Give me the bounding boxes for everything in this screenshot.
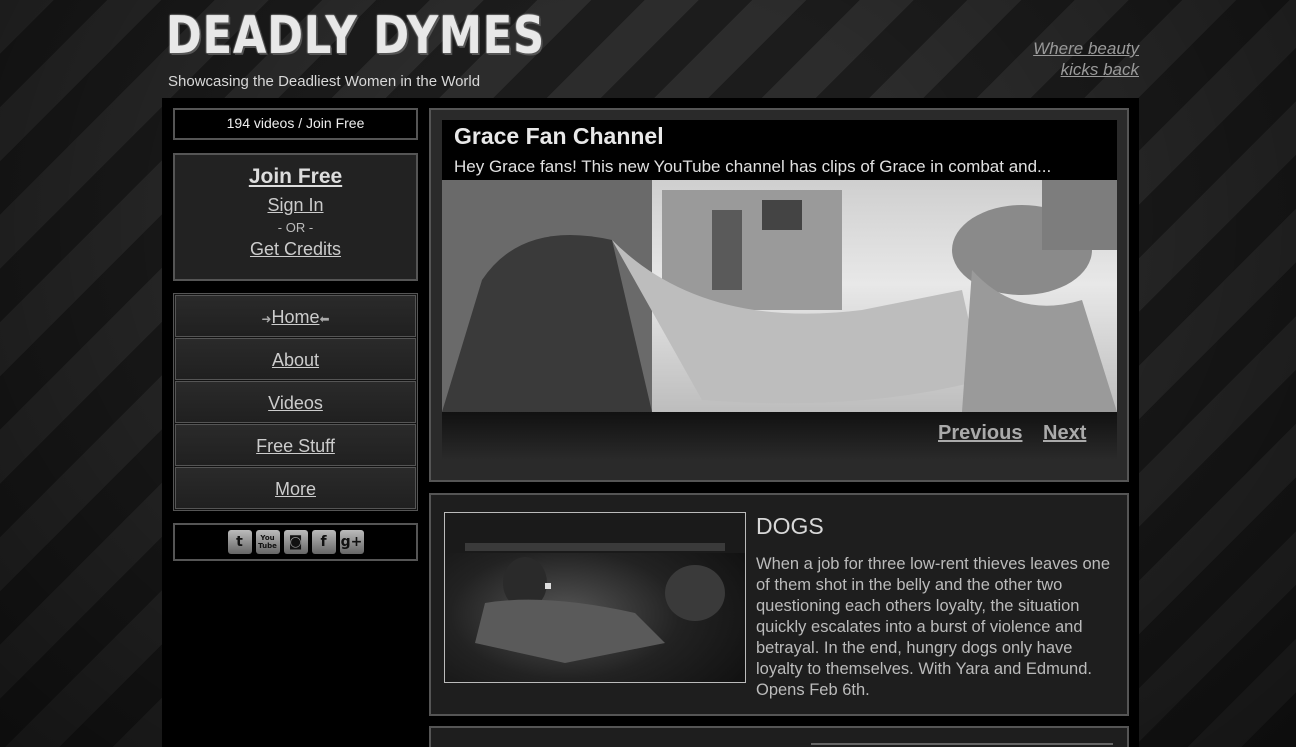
feature-nav: Previous Next: [442, 412, 1117, 460]
site-tagline: Showcasing the Deadliest Women in the Wo…: [168, 73, 481, 90]
slogan-line-2[interactable]: kicks back: [1033, 59, 1139, 80]
article-thumbnail[interactable]: [444, 512, 746, 683]
slogan-line-1[interactable]: Where beauty: [1033, 38, 1139, 59]
feature-title[interactable]: Grace Fan Channel: [454, 123, 664, 150]
article-photo: [445, 513, 745, 663]
youtube-icon[interactable]: You Tube: [255, 530, 280, 554]
videos-count-link[interactable]: 194 videos / Join Free: [173, 108, 418, 140]
feature-description: Hey Grace fans! This new YouTube channel…: [454, 157, 1052, 176]
site-logo[interactable]: DEADLY DYMES: [166, 10, 545, 62]
arrow-right-icon: ➜: [261, 312, 272, 326]
social-links: t You Tube ◙ f g+: [173, 523, 418, 561]
join-free-link[interactable]: Join Free: [175, 165, 416, 189]
google-plus-icon[interactable]: g+: [339, 530, 364, 554]
article-card: DOGS When a job for three low-rent thiev…: [429, 493, 1129, 716]
next-article-thumbnail-edge: [811, 743, 1113, 745]
twitter-icon[interactable]: t: [227, 530, 252, 554]
feature-inner: Grace Fan Channel Hey Grace fans! This n…: [442, 120, 1117, 460]
feature-slider: Grace Fan Channel Hey Grace fans! This n…: [429, 108, 1129, 482]
main-area: 194 videos / Join Free Join Free Sign In…: [162, 98, 1139, 747]
feature-photo: [442, 180, 1117, 412]
nav-item-free-stuff[interactable]: Free Stuff: [175, 424, 416, 466]
nav-item-home[interactable]: ➜Home⬅: [175, 295, 416, 337]
site-container: DEADLY DYMES Showcasing the Deadliest Wo…: [162, 0, 1139, 747]
nav-item-more[interactable]: More: [175, 467, 416, 509]
feature-image[interactable]: [442, 180, 1117, 412]
sidebar: 194 videos / Join Free Join Free Sign In…: [173, 108, 418, 561]
header: DEADLY DYMES Showcasing the Deadliest Wo…: [162, 0, 1139, 98]
next-link[interactable]: Next: [1043, 422, 1086, 445]
previous-link[interactable]: Previous: [938, 422, 1022, 445]
sign-in-link[interactable]: Sign In: [175, 195, 416, 216]
sidebar-nav: ➜Home⬅ About Videos Free Stuff More: [173, 293, 418, 511]
article-title[interactable]: DOGS: [756, 513, 824, 540]
instagram-icon[interactable]: ◙: [283, 530, 308, 554]
nav-item-videos[interactable]: Videos: [175, 381, 416, 423]
arrow-left-icon: ⬅: [319, 312, 330, 326]
get-credits-link[interactable]: Get Credits: [175, 239, 416, 260]
article-text: When a job for three low-rent thieves le…: [756, 555, 1111, 699]
slogan-link[interactable]: Where beauty kicks back: [1033, 38, 1139, 80]
nav-item-about[interactable]: About: [175, 338, 416, 380]
facebook-icon[interactable]: f: [311, 530, 336, 554]
join-box: Join Free Sign In - OR - Get Credits: [173, 153, 418, 281]
nav-home-label: Home: [271, 307, 320, 327]
or-separator: - OR -: [277, 220, 314, 235]
next-article-card: [429, 726, 1129, 747]
